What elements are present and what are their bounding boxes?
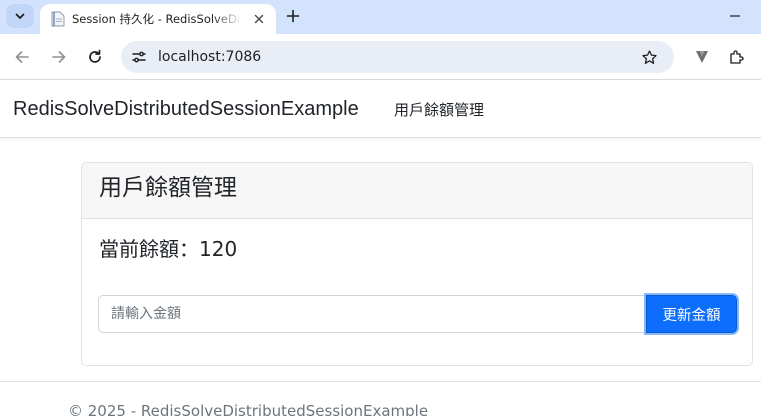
footer-copyright: © 2025 - RedisSolveDistributedSessionExa…: [68, 402, 429, 416]
tune-icon: [132, 51, 146, 63]
arrow-right-icon: [52, 51, 66, 63]
browser-toolbar: localhost:7086: [0, 34, 761, 80]
arrow-left-icon: [15, 51, 29, 63]
reload-icon: [89, 49, 101, 63]
back-button[interactable]: [10, 45, 34, 69]
forward-button[interactable]: [47, 45, 71, 69]
page-icon: [51, 11, 65, 27]
star-icon: [641, 49, 657, 64]
reload-button[interactable]: [83, 45, 107, 69]
extensions-menu-button[interactable]: [725, 45, 749, 69]
close-icon: [254, 14, 264, 24]
address-bar[interactable]: localhost:7086: [121, 41, 674, 73]
bookmark-button[interactable]: [639, 47, 659, 67]
update-amount-button[interactable]: 更新金額: [646, 295, 737, 333]
amount-input[interactable]: [98, 295, 646, 333]
site-footer: © 2025 - RedisSolveDistributedSessionExa…: [0, 381, 761, 416]
current-balance: 當前餘額：120: [99, 237, 238, 261]
minimize-icon: [730, 15, 740, 17]
card-title: 用戶餘額管理: [99, 175, 237, 201]
triangle-down-icon: [696, 51, 708, 63]
url-text: localhost:7086: [158, 49, 262, 65]
new-tab-button[interactable]: [282, 5, 304, 27]
navbar-brand[interactable]: RedisSolveDistributedSessionExample: [13, 97, 359, 121]
tab-title: Session 持久化 - RedisSolveDistributedSessi…: [72, 12, 242, 26]
chevron-down-icon: [15, 13, 25, 19]
browser-tab-strip: Session 持久化 - RedisSolveDistributedSessi…: [0, 0, 761, 34]
nav-link-balance-management[interactable]: 用戶餘額管理: [394, 100, 484, 120]
close-tab-button[interactable]: [251, 11, 267, 27]
tab-search-button[interactable]: [6, 4, 34, 28]
puzzle-icon: [730, 50, 744, 64]
plus-icon: [286, 9, 300, 23]
balance-card: 用戶餘額管理 當前餘額：120 更新金額: [81, 162, 753, 366]
site-navbar: RedisSolveDistributedSessionExample 用戶餘額…: [0, 80, 761, 138]
minimize-button[interactable]: [720, 5, 750, 27]
extension-button[interactable]: [690, 45, 714, 69]
site-info-button[interactable]: [129, 47, 149, 67]
card-header: 用戶餘額管理: [82, 163, 752, 219]
browser-tab[interactable]: Session 持久化 - RedisSolveDistributedSessi…: [40, 4, 276, 34]
